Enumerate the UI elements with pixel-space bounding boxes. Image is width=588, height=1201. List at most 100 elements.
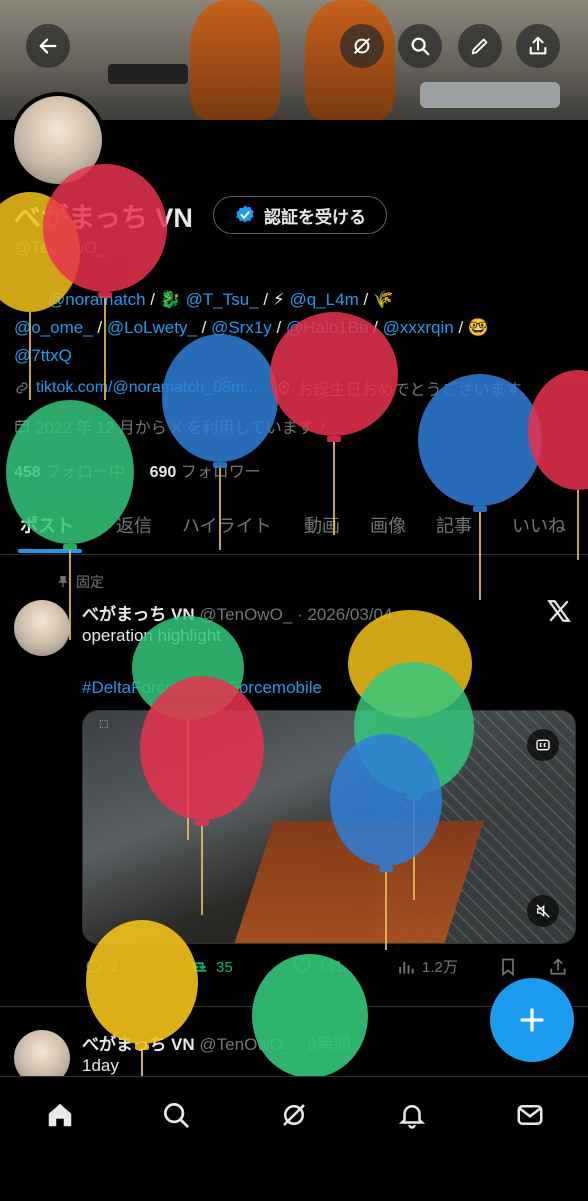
tweet-time: · 2026/03/04 [297, 605, 393, 624]
tab-posts[interactable]: ポスト [20, 512, 74, 538]
tweet-author-name[interactable]: べがまっち VN [82, 605, 195, 624]
location-icon [278, 381, 289, 396]
tab-videos[interactable]: 動画 [304, 512, 340, 538]
plus-icon [520, 1008, 544, 1032]
bio-mention[interactable]: @q_L4m [290, 290, 359, 309]
tweet-text: 1day [82, 1056, 119, 1075]
profile-link-text[interactable]: tiktok.com/@noramatch_08m... [36, 379, 258, 397]
tab-likes[interactable]: いいね [512, 512, 566, 538]
tab-articles[interactable]: 記事 [436, 512, 472, 538]
bio-mention[interactable]: @Halo1Bu [286, 318, 368, 337]
get-verified-button[interactable]: 認証を受ける [213, 196, 387, 234]
balloon-yellow [348, 610, 472, 718]
tweet-author-handle: @TenOwO_ [199, 605, 293, 624]
view-count: 1.2万 [422, 959, 458, 976]
bottom-navigation [0, 1076, 588, 1201]
tweet-text: operation highlight [82, 626, 221, 645]
retweet-button[interactable]: 35 [188, 956, 233, 978]
nav-grok[interactable] [276, 1097, 312, 1133]
bio-mention[interactable]: @Srx1y [211, 318, 272, 337]
tweet-share-button[interactable] [548, 956, 568, 978]
nav-search[interactable] [158, 1097, 194, 1133]
banner-character-left [190, 0, 280, 120]
banner-weapon [108, 64, 188, 84]
profile-tabs: ポスト 返信 ハイライト 動画 画像 記事 いいね [0, 500, 588, 555]
pinned-text: 固定 [76, 574, 104, 590]
bookmark-icon [502, 958, 514, 977]
home-icon [48, 1103, 72, 1127]
search-icon [164, 1103, 189, 1128]
follow-stats: 458 フォロー中 690 フォロワー [14, 458, 261, 482]
nav-notifications[interactable] [394, 1097, 430, 1133]
followers-label: フォロワー [180, 464, 261, 481]
profile-location-text: お誕生日おめでとうございます [297, 382, 522, 399]
tab-highlights[interactable]: ハイライト [182, 512, 272, 538]
like-count: 141 [318, 957, 344, 975]
mute-button[interactable] [527, 895, 559, 927]
profile-link[interactable]: tiktok.com/@noramatch_08m... [14, 376, 258, 400]
following-label: フォロー中 [45, 464, 126, 481]
profile-avatar[interactable] [10, 92, 106, 188]
captions-button[interactable] [527, 729, 559, 761]
bio-mention[interactable]: @LoLwety_ [107, 318, 197, 337]
tweet-avatar[interactable] [14, 600, 70, 656]
mail-icon [517, 1105, 543, 1125]
video-frame-floor [231, 821, 485, 943]
tweet-header: べがまっち VN @TenOwO_ · 9時間 [82, 1030, 351, 1055]
notification-icon [398, 1105, 426, 1129]
bio-line-1: @noramatch / 🐉 @T_Tsu_ / ⚡ @q_L4m / 🌾 [48, 290, 395, 309]
x-logo-icon [546, 598, 572, 629]
profile-name: べがまっち VN [14, 203, 193, 233]
followers-count: 690 [149, 464, 177, 481]
tab-replies[interactable]: 返信 [116, 512, 152, 538]
profile-handle: @TenOwO_ [14, 238, 107, 257]
search-button[interactable] [398, 24, 442, 68]
views-button[interactable]: 1.2万 [396, 956, 458, 977]
share-button[interactable] [516, 24, 560, 68]
grok-icon [283, 1104, 305, 1126]
following-link[interactable]: 458 フォロー中 [14, 464, 125, 481]
like-button[interactable]: 141 [292, 956, 343, 976]
tweet-hashtags[interactable]: #DeltaForce #DeltaForcemobile [82, 678, 322, 698]
bio-mention[interactable]: @T_Tsu_ [186, 290, 259, 309]
active-tab-indicator [18, 549, 82, 553]
bio-mention[interactable]: @7ttxQ [14, 346, 72, 365]
following-count: 458 [14, 464, 41, 481]
tweet-author-handle: @TenOwO_ [199, 1035, 293, 1054]
tweet-author-name[interactable]: べがまっち VN [82, 1035, 195, 1054]
cc-icon [536, 739, 550, 751]
edit-button[interactable] [458, 24, 502, 68]
get-verified-label: 認証を受ける [264, 207, 366, 227]
tweet-video[interactable]: ⬚ [82, 710, 576, 944]
banner-object [420, 82, 560, 108]
tab-media[interactable]: 画像 [370, 512, 406, 538]
followers-link[interactable]: 690 フォロワー [150, 464, 261, 481]
profile-joined-text: 2022 年 12 月から X を利用しています [36, 420, 314, 437]
reply-button[interactable]: 2 [84, 956, 118, 976]
edit-icon [471, 38, 488, 55]
pin-icon [58, 576, 68, 588]
bio-mention[interactable]: @xxxrqin [383, 318, 454, 337]
nav-messages[interactable] [512, 1097, 548, 1133]
nav-home[interactable] [42, 1097, 78, 1133]
back-arrow-icon [39, 38, 57, 54]
reply-count: 2 [110, 957, 119, 975]
profile-meta: tiktok.com/@noramatch_08m... お誕生日おめでとうござ… [14, 376, 522, 400]
retweet-icon [191, 962, 207, 972]
grok-button[interactable] [340, 24, 384, 68]
views-icon [399, 961, 414, 974]
bio-mention[interactable]: @noramatch [48, 290, 146, 309]
bookmark-button[interactable] [498, 956, 518, 978]
retweet-count: 35 [216, 958, 233, 976]
grok-icon [353, 37, 371, 55]
profile-location: お誕生日おめでとうございます [276, 376, 522, 400]
profile-bio: @noramatch / 🐉 @T_Tsu_ / ⚡ @q_L4m / 🌾 @o… [14, 286, 574, 370]
balloon-blue [418, 374, 542, 600]
tweet-header: べがまっち VN @TenOwO_ · 2026/03/04 [82, 600, 392, 625]
back-button[interactable] [26, 24, 70, 68]
share-icon [550, 958, 566, 975]
compose-button[interactable] [490, 978, 574, 1062]
reply-icon [86, 959, 102, 975]
bio-mention[interactable]: @o_ome_ [14, 318, 93, 337]
profile-joined: 2022 年 12 月から X を利用しています › [14, 414, 325, 438]
